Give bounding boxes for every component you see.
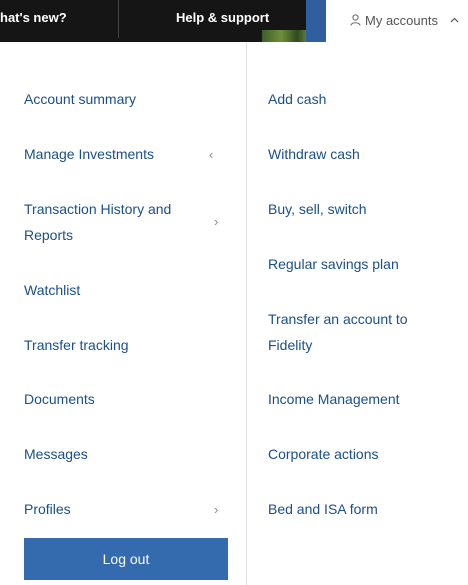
menu-corporate-actions[interactable]: Corporate actions: [268, 441, 453, 467]
menu-manage-investments[interactable]: Manage Investments: [24, 141, 194, 167]
logout-button-label: Log out: [102, 551, 150, 567]
menu-column-divider: [246, 42, 247, 585]
user-icon: [350, 14, 361, 26]
menu-regular-savings-plan[interactable]: Regular savings plan: [268, 251, 453, 277]
menu-transfer-tracking[interactable]: Transfer tracking: [24, 332, 214, 358]
menu-documents[interactable]: Documents: [24, 386, 214, 412]
menu-withdraw-cash[interactable]: Withdraw cash: [268, 141, 453, 167]
menu-watchlist[interactable]: Watchlist: [24, 277, 214, 303]
menu-transfer-account-to-fidelity[interactable]: Transfer an account to Fidelity: [268, 306, 448, 358]
chevron-left-icon: ‹: [209, 147, 214, 162]
banner-image-fragment: [262, 30, 306, 42]
menu-messages[interactable]: Messages: [24, 441, 214, 467]
my-accounts-toggle[interactable]: My accounts: [350, 10, 459, 30]
nav-whats-new[interactable]: hat's new?: [0, 0, 67, 38]
nav-divider: [118, 0, 119, 38]
menu-income-management[interactable]: Income Management: [268, 386, 453, 412]
chevron-right-icon: ›: [214, 502, 219, 517]
menu-profiles[interactable]: Profiles: [24, 496, 194, 522]
top-navigation-bar: hat's new? Help & support My accounts: [0, 0, 468, 42]
menu-transaction-history-reports[interactable]: Transaction History and Reports: [24, 196, 206, 248]
my-accounts-label: My accounts: [365, 12, 438, 28]
chevron-up-icon: [450, 17, 459, 23]
menu-account-summary[interactable]: Account summary: [24, 86, 214, 112]
menu-bed-and-isa-form[interactable]: Bed and ISA form: [268, 496, 453, 522]
top-nav-dark-section: hat's new? Help & support: [0, 0, 306, 42]
chevron-right-icon: ›: [214, 214, 219, 229]
nav-accent-strip: [306, 0, 326, 42]
menu-buy-sell-switch[interactable]: Buy, sell, switch: [268, 196, 453, 222]
nav-help-support[interactable]: Help & support: [176, 0, 269, 38]
menu-add-cash[interactable]: Add cash: [268, 86, 453, 112]
logout-button[interactable]: Log out: [24, 538, 228, 580]
